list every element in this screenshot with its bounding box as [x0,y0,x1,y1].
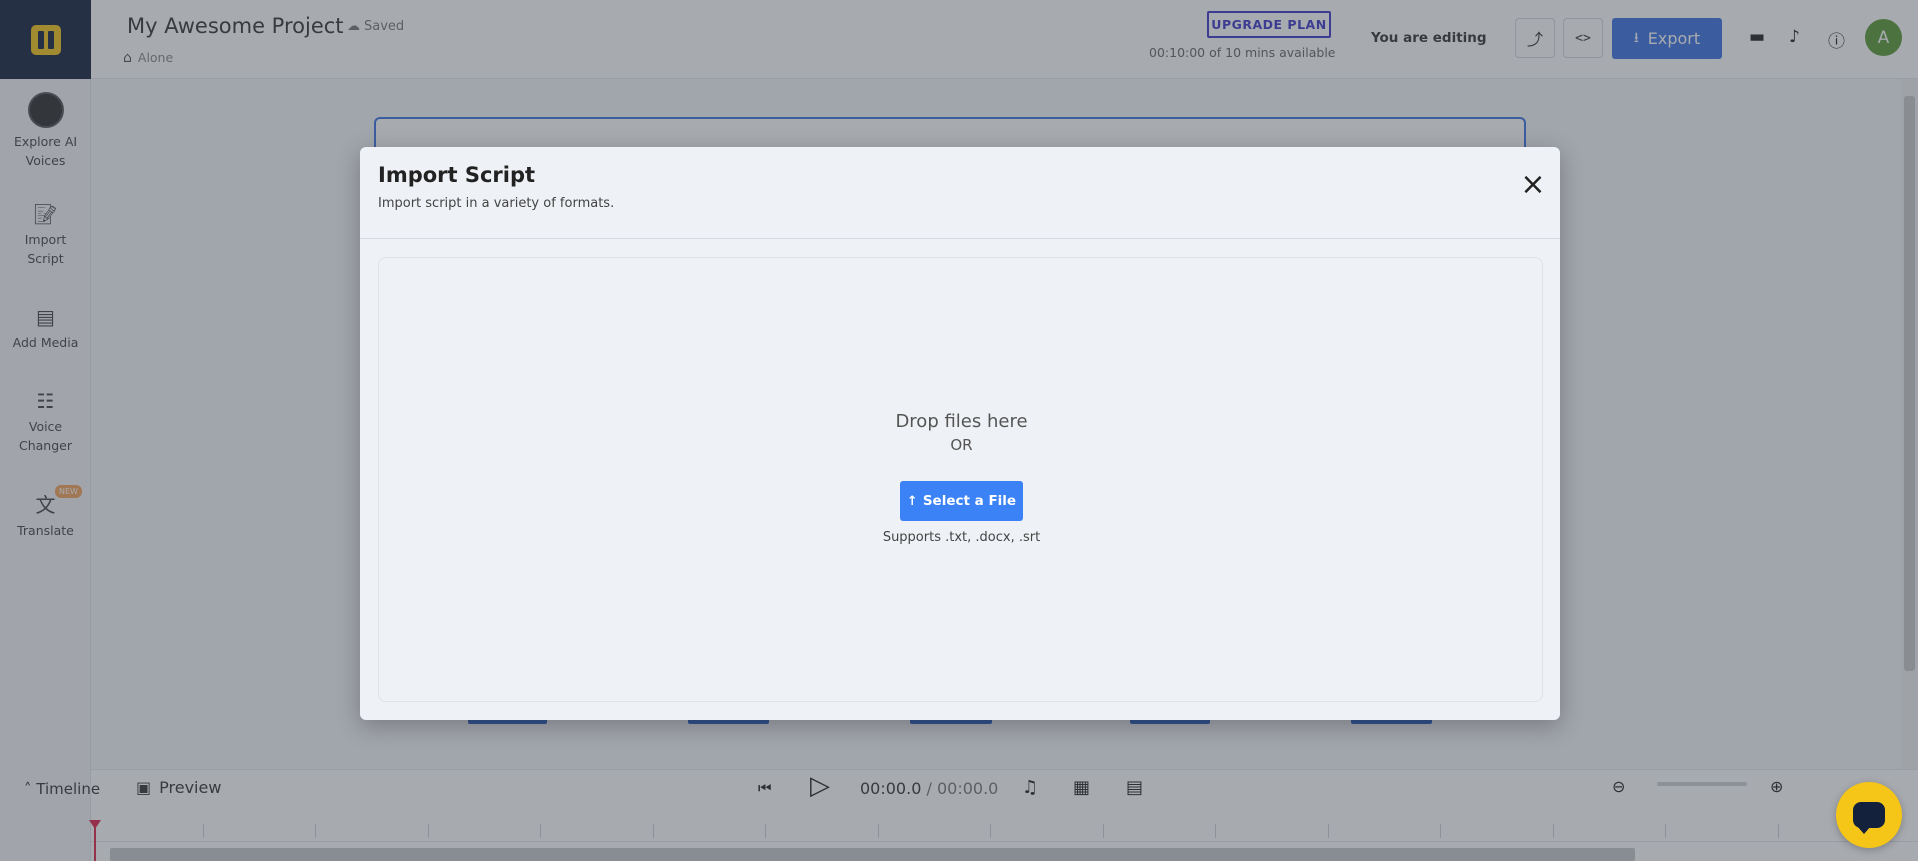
modal-title: Import Script [378,163,536,187]
or-text: OR [950,436,973,454]
close-button[interactable]: × [1515,167,1551,203]
chat-support-button[interactable] [1836,782,1902,848]
supported-formats-text: Supports .txt, .docx, .srt [882,530,1041,545]
modal-subtitle: Import script in a variety of formats. [378,196,615,211]
chat-icon [1853,802,1885,834]
drop-files-text: Drop files here [895,411,1028,432]
close-icon: × [1520,167,1546,202]
select-file-label: Select a File [922,493,1017,509]
modal-header: Import Script Import script in a variety… [360,147,1560,239]
select-file-button[interactable]: ↑ Select a File [900,481,1023,521]
file-dropzone[interactable]: Drop files here OR ↑ Select a File Suppor… [378,257,1543,702]
upload-icon: ↑ [906,493,918,509]
import-script-modal: Import Script Import script in a variety… [360,147,1560,720]
